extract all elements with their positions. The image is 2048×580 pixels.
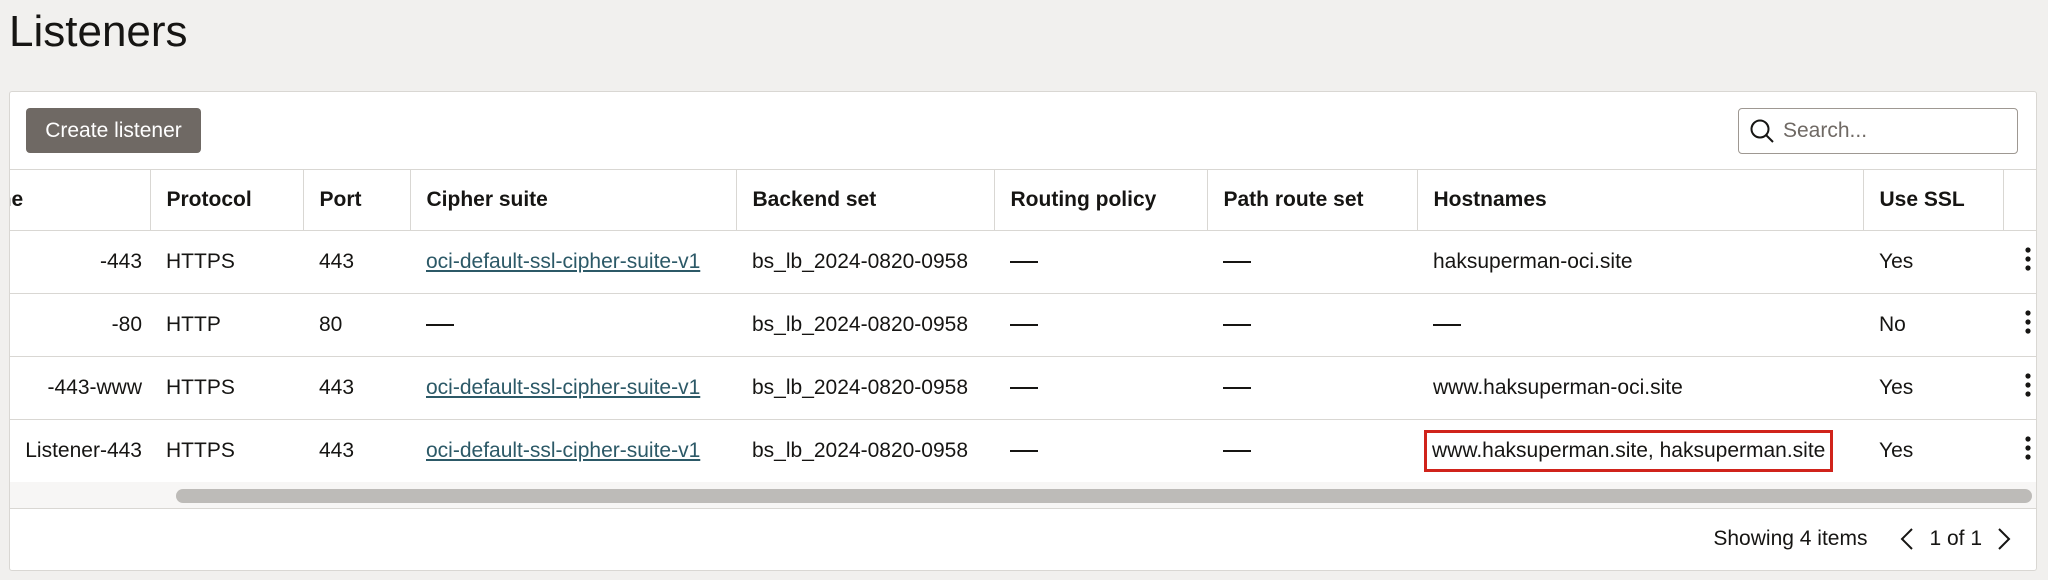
empty-dash <box>1223 387 1251 390</box>
cell-routing-policy <box>994 356 1207 420</box>
listeners-table-container: Name Protocol Port Cipher suite Backend … <box>10 169 2036 479</box>
column-header-name[interactable]: Name <box>10 169 150 231</box>
cell-cipher-suite <box>410 293 736 357</box>
column-header-use-ssl[interactable]: Use SSL <box>1862 169 2003 231</box>
cell-backend-set: bs_lb_2024-0820-0958 <box>736 356 994 420</box>
kebab-menu-icon[interactable] <box>2024 436 2031 466</box>
cell-cipher-suite: oci-default-ssl-cipher-suite-v1 <box>410 419 736 479</box>
empty-dash <box>426 324 454 327</box>
cell-actions <box>2003 419 2036 479</box>
cell-path-route-set <box>1207 230 1417 294</box>
column-header-backend-set[interactable]: Backend set <box>735 169 994 231</box>
table-row[interactable]: -80 HTTP 80 bs_lb_2024-0820-0958 No <box>10 293 2036 357</box>
cell-port: 443 <box>303 356 410 420</box>
cell-routing-policy <box>994 230 1207 294</box>
cell-use-ssl: No <box>1863 293 2003 357</box>
cell-actions <box>2003 356 2036 420</box>
listeners-panel: Create listener Name Protocol Port Ciphe… <box>9 91 2037 571</box>
table-row[interactable]: -443-www HTTPS 443 oci-default-ssl-ciphe… <box>10 356 2036 420</box>
cell-cipher-suite: oci-default-ssl-cipher-suite-v1 <box>410 356 736 420</box>
empty-dash <box>1010 450 1038 453</box>
empty-dash <box>1010 261 1038 264</box>
cell-path-route-set <box>1207 293 1417 357</box>
empty-dash <box>1223 261 1251 264</box>
cell-actions <box>2003 293 2036 357</box>
column-header-cipher-suite[interactable]: Cipher suite <box>409 169 736 231</box>
column-header-hostnames[interactable]: Hostnames <box>1416 169 1863 231</box>
cell-protocol: HTTPS <box>150 356 303 420</box>
cell-name[interactable]: -443-www <box>10 356 150 420</box>
cell-backend-set: bs_lb_2024-0820-0958 <box>736 293 994 357</box>
empty-dash <box>1010 324 1038 327</box>
cell-protocol: HTTPS <box>150 419 303 479</box>
highlighted-hostnames: www.haksuperman.site, haksuperman.site <box>1424 430 1834 472</box>
search-input[interactable] <box>1781 118 2005 144</box>
cipher-suite-link[interactable]: oci-default-ssl-cipher-suite-v1 <box>426 250 700 273</box>
cell-port: 443 <box>303 230 410 294</box>
table-footer: Showing 4 items 1 of 1 <box>10 509 2036 569</box>
cell-port: 443 <box>303 419 410 479</box>
cell-hostnames: www.haksuperman.site, haksuperman.site <box>1417 419 1863 479</box>
items-count: Showing 4 items <box>1713 527 1868 550</box>
cell-name[interactable]: Listener-443 <box>10 419 150 479</box>
search-box[interactable] <box>1738 108 2018 154</box>
cell-protocol: HTTPS <box>150 230 303 294</box>
create-listener-button[interactable]: Create listener <box>26 108 201 153</box>
cell-backend-set: bs_lb_2024-0820-0958 <box>736 230 994 294</box>
cell-name[interactable]: -443 <box>10 230 150 294</box>
search-icon <box>1750 119 1774 143</box>
cell-cipher-suite: oci-default-ssl-cipher-suite-v1 <box>410 230 736 294</box>
cipher-suite-link[interactable]: oci-default-ssl-cipher-suite-v1 <box>426 376 700 399</box>
chevron-right-icon[interactable] <box>1992 524 2016 554</box>
kebab-menu-icon[interactable] <box>2024 310 2031 340</box>
column-header-routing-policy[interactable]: Routing policy <box>993 169 1207 231</box>
empty-dash <box>1223 324 1251 327</box>
cell-backend-set: bs_lb_2024-0820-0958 <box>736 419 994 479</box>
cell-hostnames: haksuperman-oci.site <box>1417 230 1863 294</box>
cell-routing-policy <box>994 419 1207 479</box>
cell-path-route-set <box>1207 419 1417 479</box>
listeners-table: Name Protocol Port Cipher suite Backend … <box>10 169 2036 479</box>
empty-dash <box>1010 387 1038 390</box>
table-row[interactable]: Listener-443 HTTPS 443 oci-default-ssl-c… <box>10 419 2036 479</box>
cell-use-ssl: Yes <box>1863 356 2003 420</box>
column-header-protocol[interactable]: Protocol <box>149 169 303 231</box>
kebab-menu-icon[interactable] <box>2024 373 2031 403</box>
chevron-left-icon[interactable] <box>1895 524 1919 554</box>
cell-name[interactable]: -80 <box>10 293 150 357</box>
cell-actions <box>2003 230 2036 294</box>
cell-protocol: HTTP <box>150 293 303 357</box>
cell-use-ssl: Yes <box>1863 419 2003 479</box>
table-header-row: Name Protocol Port Cipher suite Backend … <box>10 169 2036 231</box>
table-row[interactable]: -443 HTTPS 443 oci-default-ssl-cipher-su… <box>10 230 2036 294</box>
cell-port: 80 <box>303 293 410 357</box>
column-header-port[interactable]: Port <box>302 169 410 231</box>
cipher-suite-link[interactable]: oci-default-ssl-cipher-suite-v1 <box>426 439 700 462</box>
cell-hostnames <box>1417 293 1863 357</box>
kebab-menu-icon[interactable] <box>2024 247 2031 277</box>
empty-dash <box>1223 450 1251 453</box>
page-indicator: 1 of 1 <box>1929 527 1982 550</box>
cell-routing-policy <box>994 293 1207 357</box>
column-header-path-route-set[interactable]: Path route set <box>1206 169 1417 231</box>
cell-path-route-set <box>1207 356 1417 420</box>
column-header-actions <box>2002 169 2036 231</box>
page-title: Listeners <box>9 7 188 56</box>
horizontal-scrollbar-thumb[interactable] <box>176 489 2032 503</box>
empty-dash <box>1433 324 1461 327</box>
cell-use-ssl: Yes <box>1863 230 2003 294</box>
cell-hostnames: www.haksuperman-oci.site <box>1417 356 1863 420</box>
